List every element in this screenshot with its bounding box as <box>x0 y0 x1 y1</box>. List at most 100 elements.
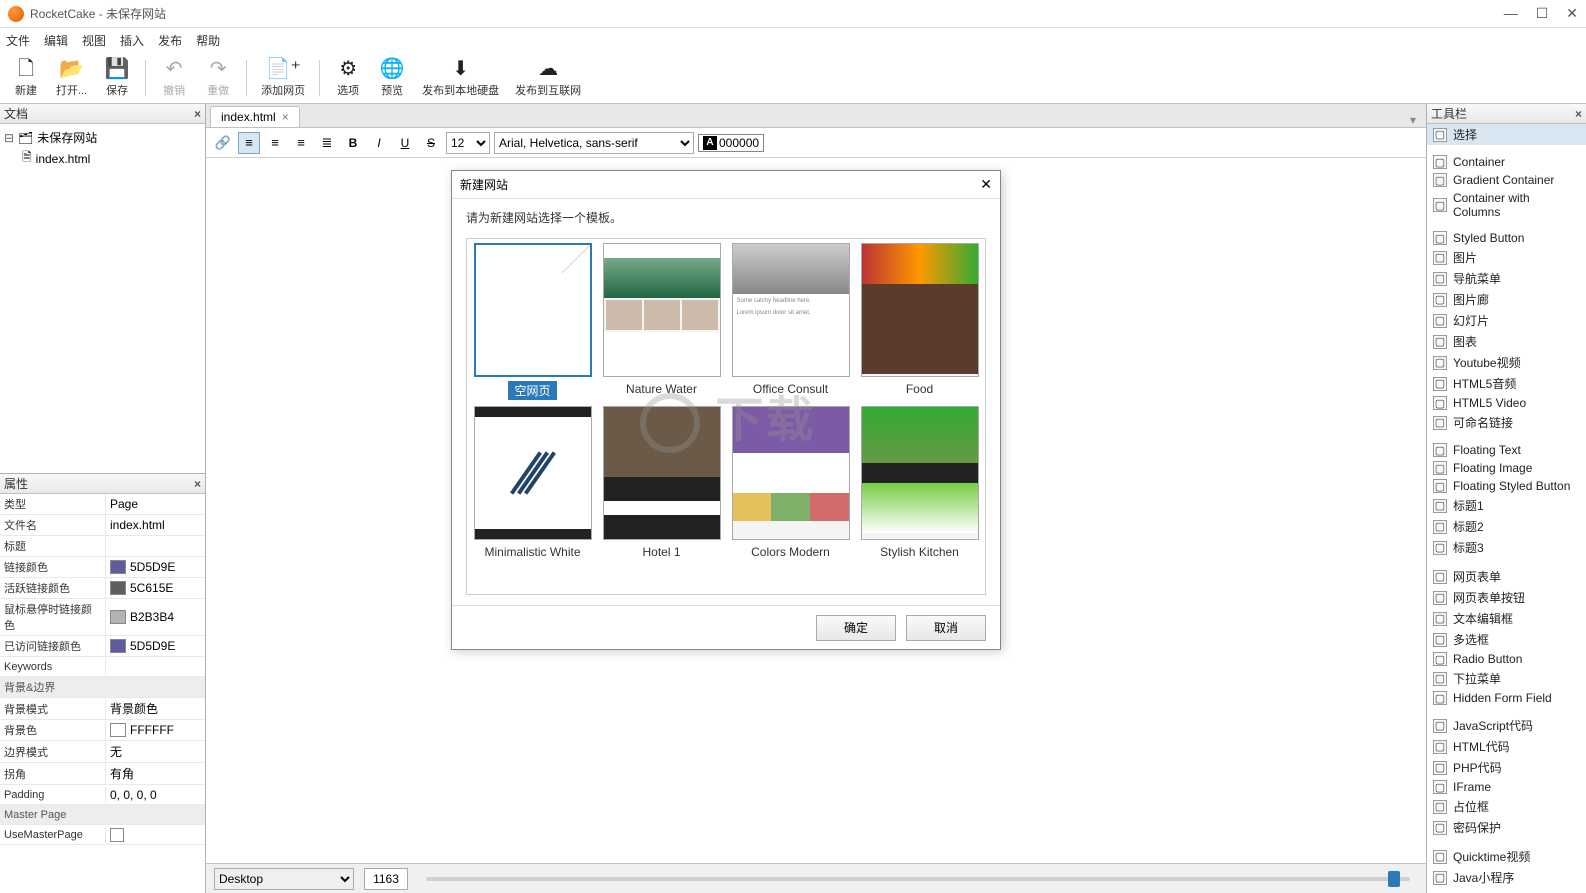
tool-item[interactable]: ▢标题1 <box>1427 495 1586 516</box>
tool-item[interactable]: ▢IFrame <box>1427 778 1586 796</box>
tool-item[interactable]: ▢HTML5音频 <box>1427 373 1586 394</box>
menu-help[interactable]: 帮助 <box>196 32 220 49</box>
property-row[interactable]: 已访问链接颜色5D5D9E <box>0 636 205 657</box>
property-row[interactable]: 活跃链接颜色5C615E <box>0 578 205 599</box>
property-row[interactable]: 拐角有角 <box>0 763 205 785</box>
toolbar-open-button[interactable]: 📂打开... <box>50 56 93 100</box>
tab-close-icon[interactable]: × <box>282 110 289 124</box>
tool-item[interactable]: ▢Gradient Container <box>1427 171 1586 189</box>
align-justify-button[interactable]: ≣ <box>316 132 338 154</box>
tool-item[interactable]: ▢Radio Button <box>1427 650 1586 668</box>
tree-root[interactable]: ⊟ 🗂 未保存网站 <box>4 128 201 147</box>
toolbar-publocal-button[interactable]: ⬇发布到本地硬盘 <box>416 56 505 100</box>
tool-item[interactable]: ▢密码保护 <box>1427 817 1586 838</box>
document-tab-index[interactable]: index.html × <box>210 106 300 127</box>
tool-item[interactable]: ▢可命名链接 <box>1427 412 1586 433</box>
tool-item[interactable]: ▢标题2 <box>1427 516 1586 537</box>
font-family-select[interactable]: Arial, Helvetica, sans-serif <box>494 132 694 154</box>
align-left-button[interactable]: ≡ <box>238 132 260 154</box>
device-select[interactable]: Desktop <box>214 868 354 890</box>
tab-overflow-icon[interactable]: ▾ <box>1404 113 1422 127</box>
property-row[interactable]: UseMasterPage <box>0 825 205 845</box>
tool-item[interactable]: ▢图片 <box>1427 247 1586 268</box>
tool-item[interactable]: ▢Styled Button <box>1427 229 1586 247</box>
tool-item[interactable]: ▢下拉菜单 <box>1427 668 1586 689</box>
template-item[interactable]: Hotel 1 <box>600 406 723 560</box>
tool-item[interactable]: ▢网页表单 <box>1427 566 1586 587</box>
tool-item[interactable]: ▢多选框 <box>1427 629 1586 650</box>
tool-item[interactable]: ▢HTML5 Video <box>1427 394 1586 412</box>
tree-item-index[interactable]: 🗎 index.html <box>22 147 201 170</box>
bold-button[interactable]: B <box>342 132 364 154</box>
property-row[interactable]: 背景色FFFFFF <box>0 720 205 741</box>
cancel-button[interactable]: 取消 <box>906 615 986 641</box>
color-swatch[interactable] <box>110 610 126 624</box>
template-item[interactable]: Stylish Kitchen <box>858 406 981 560</box>
menu-publish[interactable]: 发布 <box>158 32 182 49</box>
dialog-close-icon[interactable]: ✕ <box>980 176 992 193</box>
tool-item[interactable]: ▢Hidden Form Field <box>1427 689 1586 707</box>
tool-item[interactable]: ▢文本编辑框 <box>1427 608 1586 629</box>
tool-item[interactable]: ▢Container with Columns <box>1427 189 1586 221</box>
tool-item[interactable]: ▢占位框 <box>1427 796 1586 817</box>
template-item[interactable]: Some catchy headline here.Lorem ipsum do… <box>729 243 852 400</box>
strike-button[interactable]: S <box>420 132 442 154</box>
menu-edit[interactable]: 编辑 <box>44 32 68 49</box>
tool-item[interactable]: ▢幻灯片 <box>1427 310 1586 331</box>
tools-panel-close-icon[interactable]: × <box>1575 107 1582 121</box>
toolbar-save-button[interactable]: 💾保存 <box>97 56 137 100</box>
template-item[interactable]: 空网页 <box>471 243 594 400</box>
template-item[interactable]: Food <box>858 243 981 400</box>
toolbar-options-button[interactable]: ⚙选项 <box>328 56 368 100</box>
toolbar-new-button[interactable]: 🗋新建 <box>6 56 46 100</box>
property-row[interactable]: 标题 <box>0 536 205 557</box>
tree-collapse-icon[interactable]: ⊟ <box>4 131 14 145</box>
tool-item[interactable]: ▢JavaScript代码 <box>1427 715 1586 736</box>
align-center-button[interactable]: ≡ <box>264 132 286 154</box>
align-right-button[interactable]: ≡ <box>290 132 312 154</box>
toolbar-preview-button[interactable]: 🌐预览 <box>372 56 412 100</box>
maximize-button[interactable]: ☐ <box>1536 5 1549 22</box>
toolbar-addpage-button[interactable]: 📄⁺添加网页 <box>255 56 311 100</box>
property-row[interactable]: 链接颜色5D5D9E <box>0 557 205 578</box>
menu-insert[interactable]: 插入 <box>120 32 144 49</box>
tool-item[interactable]: ▢Floating Text <box>1427 441 1586 459</box>
tool-item[interactable]: ▢Youtube视频 <box>1427 352 1586 373</box>
property-row[interactable]: 类型Page <box>0 494 205 515</box>
tool-item[interactable]: ▢Java小程序 <box>1427 867 1586 888</box>
font-size-select[interactable]: 12 <box>446 132 490 154</box>
link-icon[interactable]: 🔗 <box>212 132 234 154</box>
slider-thumb[interactable] <box>1388 871 1400 887</box>
properties-panel-close-icon[interactable]: × <box>194 477 201 491</box>
property-row[interactable]: Padding0, 0, 0, 0 <box>0 785 205 805</box>
color-swatch[interactable] <box>110 723 126 737</box>
property-row[interactable]: 边界模式无 <box>0 741 205 763</box>
property-row[interactable]: 鼠标悬停时链接颜色B2B3B4 <box>0 599 205 636</box>
tool-item[interactable]: ▢Floating Image <box>1427 459 1586 477</box>
tool-item[interactable]: ▢PHP代码 <box>1427 757 1586 778</box>
underline-button[interactable]: U <box>394 132 416 154</box>
checkbox[interactable] <box>110 828 124 842</box>
ok-button[interactable]: 确定 <box>816 615 896 641</box>
menu-view[interactable]: 视图 <box>82 32 106 49</box>
tool-item[interactable]: ▢Container <box>1427 153 1586 171</box>
tool-item[interactable]: ▢导航菜单 <box>1427 268 1586 289</box>
template-item[interactable]: Colors Modern <box>729 406 852 560</box>
property-row[interactable]: 背景模式背景颜色 <box>0 698 205 720</box>
template-list[interactable]: 空网页Nature WaterSome catchy headline here… <box>466 238 986 595</box>
tool-item[interactable]: ▢Quicktime视频 <box>1427 846 1586 867</box>
template-item[interactable]: Nature Water <box>600 243 723 400</box>
tool-item[interactable]: ▢图片廊 <box>1427 289 1586 310</box>
italic-button[interactable]: I <box>368 132 390 154</box>
color-swatch[interactable] <box>110 560 126 574</box>
zoom-slider[interactable] <box>426 877 1410 881</box>
minimize-button[interactable]: — <box>1504 5 1518 22</box>
documents-panel-close-icon[interactable]: × <box>194 107 201 121</box>
property-row[interactable]: Keywords <box>0 657 205 677</box>
tool-item[interactable]: ▢标题3 <box>1427 537 1586 558</box>
close-button[interactable]: ✕ <box>1566 5 1578 22</box>
toolbar-pubnet-button[interactable]: ☁发布到互联网 <box>509 56 587 100</box>
tool-item[interactable]: ▢Floating Styled Button <box>1427 477 1586 495</box>
tool-item[interactable]: ▢网页表单按钮 <box>1427 587 1586 608</box>
width-input[interactable] <box>364 868 408 890</box>
